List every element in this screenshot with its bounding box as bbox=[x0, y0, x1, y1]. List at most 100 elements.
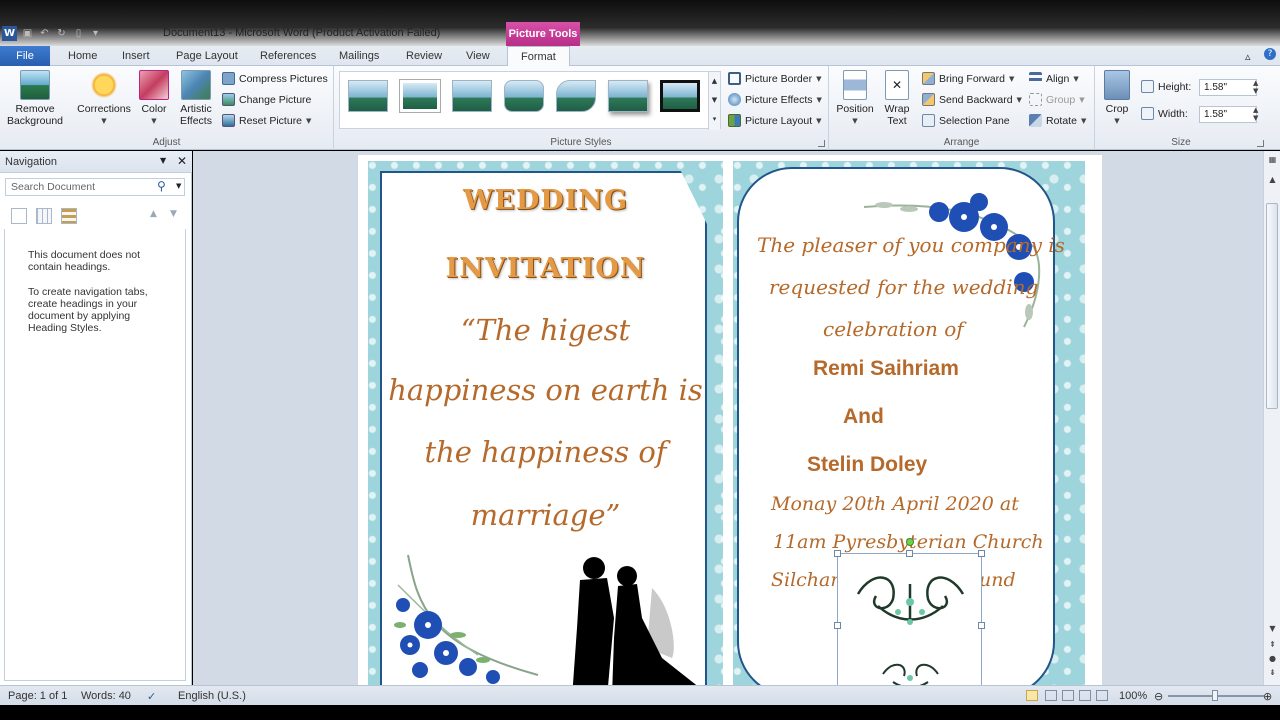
word-app-icon[interactable]: W bbox=[2, 25, 17, 41]
tab-insert[interactable]: Insert bbox=[122, 46, 150, 66]
scroll-thumb[interactable] bbox=[1266, 203, 1278, 409]
gallery-scroll[interactable]: ▲ ▼ ▾ bbox=[708, 72, 720, 130]
picture-style-6[interactable] bbox=[608, 80, 648, 112]
picture-styles-launcher-icon[interactable] bbox=[818, 140, 825, 147]
resize-handle-top[interactable] bbox=[906, 550, 913, 557]
page-count[interactable]: Page: 1 of 1 bbox=[8, 690, 67, 702]
browse-results-tab[interactable] bbox=[61, 208, 77, 224]
zoom-level[interactable]: 100% bbox=[1119, 690, 1147, 702]
width-input[interactable]: 1.58" bbox=[1199, 106, 1257, 123]
rotate-button[interactable]: Rotate ▼ bbox=[1029, 114, 1086, 127]
tab-file[interactable]: File bbox=[0, 46, 50, 66]
height-label: Height: bbox=[1158, 80, 1192, 93]
tab-format[interactable]: Format bbox=[507, 46, 570, 67]
resize-handle-top-left[interactable] bbox=[834, 550, 841, 557]
blue-flower-bouquet-icon[interactable] bbox=[388, 545, 548, 685]
compress-pictures-button[interactable]: Compress Pictures bbox=[222, 72, 328, 85]
tab-mailings[interactable]: Mailings bbox=[339, 46, 379, 66]
rotate-handle[interactable] bbox=[906, 538, 914, 546]
tab-page-layout[interactable]: Page Layout bbox=[176, 46, 238, 66]
minimize-ribbon-icon[interactable]: ▵ bbox=[1245, 50, 1251, 63]
close-icon[interactable]: ✕ bbox=[177, 154, 187, 168]
picture-style-2[interactable] bbox=[400, 80, 440, 112]
draft-view-icon[interactable] bbox=[1096, 690, 1108, 701]
align-button[interactable]: Align ▼ bbox=[1029, 72, 1079, 85]
picture-style-4[interactable] bbox=[504, 80, 544, 112]
select-browse-object-icon[interactable]: ● bbox=[1266, 654, 1279, 666]
previous-heading-icon[interactable]: ▲ bbox=[150, 209, 157, 219]
wrap-text-button[interactable]: ✕ Wrap Text bbox=[879, 70, 915, 127]
change-picture-button[interactable]: Change Picture bbox=[222, 93, 311, 106]
resize-handle-top-right[interactable] bbox=[978, 550, 985, 557]
blue-flower-corner-icon[interactable] bbox=[864, 187, 1054, 337]
swirl-ornament-icon bbox=[856, 576, 965, 685]
next-heading-icon[interactable]: ▼ bbox=[170, 209, 177, 219]
picture-style-3[interactable] bbox=[452, 80, 492, 112]
send-backward-icon bbox=[922, 93, 935, 106]
corrections-button[interactable]: Corrections ▼ bbox=[74, 70, 134, 127]
outline-view-icon[interactable] bbox=[1079, 690, 1091, 701]
ruler-toggle-icon[interactable]: ▦ bbox=[1266, 155, 1279, 167]
document-area[interactable]: WEDDING INVITATION “The higest happiness… bbox=[193, 151, 1263, 685]
height-input[interactable]: 1.58" bbox=[1199, 79, 1257, 96]
web-layout-view-icon[interactable] bbox=[1062, 690, 1074, 701]
zoom-slider-knob[interactable] bbox=[1212, 690, 1218, 701]
redo-icon[interactable]: ↻ bbox=[55, 27, 68, 40]
artistic-effects-button[interactable]: Artistic Effects bbox=[174, 70, 218, 127]
invitation-front-card[interactable]: WEDDING INVITATION “The higest happiness… bbox=[368, 161, 723, 685]
scroll-down-icon[interactable]: ▼ bbox=[1266, 624, 1279, 636]
tab-view[interactable]: View bbox=[466, 46, 490, 66]
width-spinner-icon[interactable]: ▲ ▼ bbox=[1253, 106, 1258, 122]
full-screen-view-icon[interactable] bbox=[1045, 690, 1057, 701]
zoom-out-icon[interactable]: ⊖ bbox=[1154, 690, 1163, 703]
new-document-icon[interactable]: ▯ bbox=[72, 27, 85, 40]
picture-styles-gallery[interactable]: ▲ ▼ ▾ bbox=[339, 71, 721, 130]
picture-effects-button[interactable]: Picture Effects ▼ bbox=[728, 93, 822, 106]
search-options-icon[interactable]: ▼ bbox=[176, 182, 181, 190]
resize-handle-right[interactable] bbox=[978, 622, 985, 629]
selection-pane-button[interactable]: Selection Pane bbox=[922, 114, 1010, 127]
picture-layout-button[interactable]: Picture Layout ▼ bbox=[728, 114, 822, 127]
proofing-icon[interactable]: ✓ bbox=[147, 690, 156, 703]
customize-toolbar-icon[interactable]: ▾ bbox=[89, 27, 102, 40]
picture-style-7[interactable] bbox=[660, 80, 700, 112]
undo-icon[interactable]: ↶ bbox=[38, 27, 51, 40]
picture-border-button[interactable]: Picture Border ▼ bbox=[728, 72, 822, 85]
picture-style-1[interactable] bbox=[348, 80, 388, 112]
next-page-icon[interactable]: ⇟ bbox=[1266, 668, 1279, 680]
size-launcher-icon[interactable] bbox=[1257, 140, 1264, 147]
reset-picture-button[interactable]: Reset Picture ▼ bbox=[222, 114, 311, 127]
crop-button[interactable]: Crop ▼ bbox=[1101, 70, 1133, 127]
send-backward-button[interactable]: Send Backward ▼ bbox=[922, 93, 1022, 106]
quick-access-toolbar: W ▣ ↶ ↻ ▯ ▾ bbox=[2, 24, 102, 42]
rotate-label: Rotate bbox=[1046, 114, 1077, 127]
browse-headings-tab[interactable] bbox=[11, 208, 27, 224]
vertical-scrollbar[interactable]: ▦ ▲ ▼ ⇞ ● ⇟ bbox=[1263, 151, 1280, 685]
language-indicator[interactable]: English (U.S.) bbox=[178, 690, 246, 702]
color-button[interactable]: Color ▼ bbox=[136, 70, 172, 127]
invitation-details-card[interactable]: The pleaser of you company is requested … bbox=[733, 161, 1085, 685]
picture-style-5[interactable] bbox=[556, 80, 596, 112]
previous-page-icon[interactable]: ⇞ bbox=[1266, 640, 1279, 652]
tab-review[interactable]: Review bbox=[406, 46, 442, 66]
zoom-in-icon[interactable]: ⊕ bbox=[1263, 690, 1272, 703]
group-button[interactable]: Group ▼ bbox=[1029, 93, 1085, 106]
scroll-up-icon[interactable]: ▲ bbox=[1266, 175, 1279, 187]
couple-silhouette-image[interactable] bbox=[552, 548, 702, 685]
height-spinner-icon[interactable]: ▲ ▼ bbox=[1253, 79, 1258, 95]
position-button[interactable]: Position ▼ bbox=[835, 70, 875, 127]
bring-forward-button[interactable]: Bring Forward ▼ bbox=[922, 72, 1014, 85]
browse-pages-tab[interactable] bbox=[36, 208, 52, 224]
tab-home[interactable]: Home bbox=[68, 46, 97, 66]
remove-background-button[interactable]: Remove Background bbox=[4, 70, 66, 127]
resize-handle-left[interactable] bbox=[834, 622, 841, 629]
word-count[interactable]: Words: 40 bbox=[81, 690, 131, 702]
tab-references[interactable]: References bbox=[260, 46, 316, 66]
selected-ornament-picture[interactable] bbox=[834, 538, 985, 685]
help-icon[interactable]: ? bbox=[1264, 48, 1276, 60]
navigation-menu-icon[interactable]: ▼ bbox=[160, 156, 166, 165]
save-icon[interactable]: ▣ bbox=[21, 27, 34, 40]
document-page[interactable]: WEDDING INVITATION “The higest happiness… bbox=[358, 155, 1102, 685]
search-icon[interactable]: ⚲ bbox=[157, 179, 166, 193]
print-layout-view-icon[interactable] bbox=[1026, 690, 1038, 701]
